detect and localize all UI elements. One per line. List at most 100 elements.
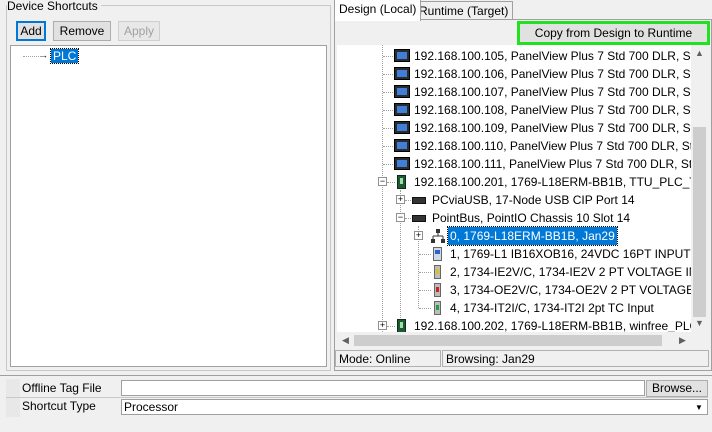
property-divider [6, 397, 708, 398]
vertical-scroll-thumb[interactable] [693, 127, 706, 317]
tree-row-label: 3, 1734-OE2V/C, 1734-OE2V 2 PT VOLTAGE O [450, 283, 691, 297]
tree-connector [405, 218, 411, 219]
browsing-status: Browsing: Jan29 [442, 350, 709, 367]
tree-connector [383, 92, 393, 93]
tree-connector [419, 290, 431, 291]
tree-connector [387, 182, 395, 183]
device-tree[interactable]: 192.168.100.105, PanelView Plus 7 Std 70… [337, 45, 691, 332]
tab-design-local[interactable]: Design (Local) [334, 0, 422, 21]
shortcut-type-label: Shortcut Type [22, 399, 96, 413]
tree-row-label: 192.168.100.106, PanelView Plus 7 Std 70… [414, 67, 691, 81]
module-icon [434, 301, 441, 315]
tree-connector [387, 326, 395, 327]
property-grid-margin [6, 379, 20, 417]
module-icon [434, 283, 441, 297]
tree-connector [383, 128, 393, 129]
panelview-icon [394, 85, 410, 98]
tree-row[interactable]: 192.168.100.111, PanelView Plus 7 Std 70… [337, 155, 691, 173]
offline-tag-file-field[interactable] [121, 380, 645, 396]
tree-row-label: 2, 1734-IE2V/C, 1734-IE2V 2 PT VOLTAGE I… [450, 265, 691, 279]
tree-row[interactable]: + PCviaUSB, 17-Node USB CIP Port 14 [337, 191, 691, 209]
module-icon [433, 247, 442, 261]
tree-row-label: 192.168.100.109, PanelView Plus 7 Std 70… [414, 121, 691, 135]
copy-button-label: Copy from Design to Runtime [534, 26, 693, 40]
panelview-icon [394, 157, 410, 170]
property-grid: Offline Tag File Browse... Shortcut Type… [0, 375, 712, 432]
device-shortcuts-title: Device Shortcuts [7, 0, 101, 12]
tree-row[interactable]: 192.168.100.107, PanelView Plus 7 Std 70… [337, 83, 691, 101]
bus-icon [412, 215, 426, 222]
bus-icon [412, 197, 426, 204]
tree-row[interactable]: + 0, 1769-L18ERM-BB1B, Jan29 [337, 226, 691, 246]
tree-row[interactable]: + 192.168.100.202, 1769-L18ERM-BB1B, win… [337, 317, 691, 332]
tree-row-label: 192.168.100.108, PanelView Plus 7 Std 70… [414, 103, 691, 117]
plc-icon [397, 175, 406, 189]
browse-button[interactable]: Browse... [646, 380, 708, 397]
collapse-toggle[interactable]: − [396, 213, 405, 222]
tree-row[interactable]: 1, 1769-L1 IB16XOB16, 24VDC 16PT INPUT & [337, 245, 691, 263]
vertical-scrollbar[interactable]: ▲ ▼ [691, 45, 708, 332]
scroll-corner [691, 332, 708, 349]
scroll-up-icon[interactable]: ▲ [691, 45, 708, 62]
scroll-left-icon[interactable]: ◀ [337, 332, 354, 349]
panelview-icon [394, 67, 410, 80]
module-icon [434, 265, 441, 279]
tree-connector [419, 308, 431, 309]
tree-connector [383, 74, 393, 75]
plc-shortcut-icon: → [39, 50, 48, 60]
tree-connector [383, 146, 393, 147]
expand-toggle[interactable]: + [396, 195, 405, 204]
expand-toggle[interactable]: + [414, 231, 423, 240]
tree-row-label: PointBus, PointIO Chassis 10 Slot 14 [432, 211, 631, 225]
apply-button[interactable]: Apply [118, 21, 160, 41]
scroll-right-icon[interactable]: ▶ [674, 332, 691, 349]
shortcut-type-select[interactable]: Processor ▼ [121, 399, 708, 415]
tree-row[interactable]: 192.168.100.106, PanelView Plus 7 Std 70… [337, 65, 691, 83]
tree-row[interactable]: − PointBus, PointIO Chassis 10 Slot 14 [337, 209, 691, 227]
panelview-icon [394, 121, 410, 134]
chevron-down-icon[interactable]: ▼ [693, 402, 705, 413]
mode-status: Mode: Online [335, 350, 441, 367]
tree-row-label: 192.168.100.105, PanelView Plus 7 Std 70… [414, 49, 691, 63]
network-icon [431, 229, 445, 243]
horizontal-scroll-thumb[interactable] [354, 335, 662, 346]
tree-row[interactable]: − 192.168.100.201, 1769-L18ERM-BB1B, TTU… [337, 173, 691, 191]
panelview-icon [394, 49, 410, 62]
horizontal-scrollbar[interactable]: ◀ ▶ [337, 332, 691, 349]
tree-connector [383, 164, 393, 165]
panelview-icon [394, 139, 410, 152]
tree-connector [419, 254, 431, 255]
shortcut-type-value: Processor [124, 400, 179, 414]
tree-row-label: PCviaUSB, 17-Node USB CIP Port 14 [432, 193, 635, 207]
tree-row[interactable]: 3, 1734-OE2V/C, 1734-OE2V 2 PT VOLTAGE O [337, 281, 691, 299]
collapse-toggle[interactable]: − [378, 177, 387, 186]
tree-row-label: 0, 1769-L18ERM-BB1B, Jan29 [447, 226, 618, 246]
add-button[interactable]: Add [16, 21, 46, 41]
tree-row[interactable]: 192.168.100.108, PanelView Plus 7 Std 70… [337, 101, 691, 119]
tab-runtime-target[interactable]: Runtime (Target) [414, 1, 514, 20]
tree-connector [419, 272, 431, 273]
scroll-down-icon[interactable]: ▼ [691, 315, 708, 332]
tree-connector [383, 56, 393, 57]
tree-row[interactable]: 192.168.100.109, PanelView Plus 7 Std 70… [337, 119, 691, 137]
shortcut-item-plc[interactable]: PLC [49, 48, 80, 64]
tree-row-label: 4, 1734-IT2I/C, 1734-IT2I 2pt TC Input [450, 301, 654, 315]
shortcuts-tree[interactable]: → PLC [10, 45, 327, 367]
tree-row[interactable]: 192.168.100.110, PanelView Plus 7 Std 70… [337, 137, 691, 155]
tree-row[interactable]: 2, 1734-IE2V/C, 1734-IE2V 2 PT VOLTAGE I… [337, 263, 691, 281]
expand-toggle[interactable]: + [378, 321, 387, 330]
tree-row[interactable]: 4, 1734-IT2I/C, 1734-IT2I 2pt TC Input [337, 299, 691, 317]
remove-button[interactable]: Remove [53, 21, 111, 41]
tree-row-label: 192.168.100.111, PanelView Plus 7 Std 70… [414, 157, 691, 171]
tree-row-label: 192.168.100.201, 1769-L18ERM-BB1B, TTU_P… [414, 175, 691, 189]
copy-design-to-runtime-button[interactable]: Copy from Design to Runtime [517, 21, 710, 45]
tree-connector [383, 110, 393, 111]
tree-connector [405, 200, 411, 201]
panelview-icon [394, 103, 410, 116]
offline-tag-file-label: Offline Tag File [22, 381, 102, 395]
tree-row[interactable]: 192.168.100.105, PanelView Plus 7 Std 70… [337, 47, 691, 65]
tree-row-label: 192.168.100.110, PanelView Plus 7 Std 70… [414, 139, 691, 153]
tree-row-label: 1, 1769-L1 IB16XOB16, 24VDC 16PT INPUT & [450, 247, 691, 261]
tree-row-label: 192.168.100.107, PanelView Plus 7 Std 70… [414, 85, 691, 99]
plc-icon [397, 319, 406, 332]
